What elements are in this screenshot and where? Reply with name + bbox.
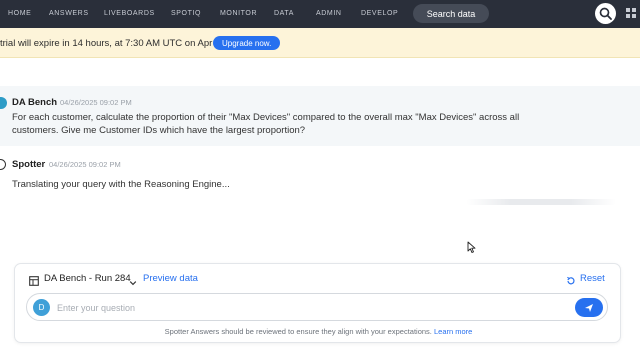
- send-icon: [585, 303, 593, 312]
- nav-home[interactable]: HOME: [8, 10, 31, 17]
- send-button[interactable]: [575, 298, 603, 317]
- table-icon: [29, 273, 39, 291]
- user-message: DA Bench 04/26/2025 09:02 PM For each cu…: [0, 86, 640, 146]
- nav-data[interactable]: DATA: [274, 10, 294, 17]
- nav-spotiq[interactable]: SPOTIQ: [171, 10, 201, 17]
- question-input[interactable]: [57, 300, 557, 315]
- question-composer: DA Bench - Run 284 Preview data Reset D …: [14, 263, 621, 343]
- spotter-timestamp: 04/26/2025 09:02 PM: [49, 160, 121, 169]
- chevron-down-icon[interactable]: [129, 274, 137, 292]
- search-data-button[interactable]: Search data: [413, 4, 489, 23]
- spotter-status-text: Translating your query with the Reasonin…: [12, 179, 230, 190]
- reset-icon[interactable]: [566, 273, 576, 291]
- avatar: D: [33, 299, 50, 316]
- user-message-line-1: For each customer, calculate the proport…: [12, 112, 520, 123]
- learn-more-link[interactable]: Learn more: [434, 327, 472, 336]
- nav-liveboards[interactable]: LIVEBOARDS: [104, 10, 155, 17]
- nav-develop[interactable]: DEVELOP: [361, 10, 398, 17]
- nav-admin[interactable]: ADMIN: [316, 10, 342, 17]
- user-avatar: [0, 97, 7, 109]
- search-icon[interactable]: [595, 3, 616, 24]
- spotter-name: Spotter: [12, 159, 46, 170]
- user-name: DA Bench: [12, 97, 58, 108]
- user-message-line-2: customers. Give me Customer IDs which ha…: [12, 125, 306, 136]
- nav-monitor[interactable]: MONITOR: [220, 10, 257, 17]
- loading-shimmer: [466, 199, 616, 205]
- top-nav: HOME ANSWERS LIVEBOARDS SPOTIQ MONITOR D…: [0, 0, 640, 28]
- reset-button[interactable]: Reset: [580, 273, 605, 284]
- spotter-icon: [0, 159, 6, 170]
- user-timestamp: 04/26/2025 09:02 PM: [60, 98, 132, 107]
- mouse-cursor-icon: [467, 241, 476, 259]
- datasource-selector[interactable]: DA Bench - Run 284: [44, 273, 131, 284]
- nav-answers[interactable]: ANSWERS: [49, 10, 89, 17]
- disclaimer: Spotter Answers should be reviewed to en…: [15, 327, 622, 336]
- question-input-wrapper: D: [26, 293, 608, 321]
- apps-grid-icon[interactable]: [624, 7, 640, 21]
- trial-banner-text: trial will expire in 14 hours, at 7:30 A…: [0, 38, 229, 49]
- disclaimer-text: Spotter Answers should be reviewed to en…: [164, 327, 432, 336]
- trial-banner: trial will expire in 14 hours, at 7:30 A…: [0, 28, 640, 58]
- preview-data-link[interactable]: Preview data: [143, 273, 198, 284]
- upgrade-button[interactable]: Upgrade now.: [213, 36, 281, 50]
